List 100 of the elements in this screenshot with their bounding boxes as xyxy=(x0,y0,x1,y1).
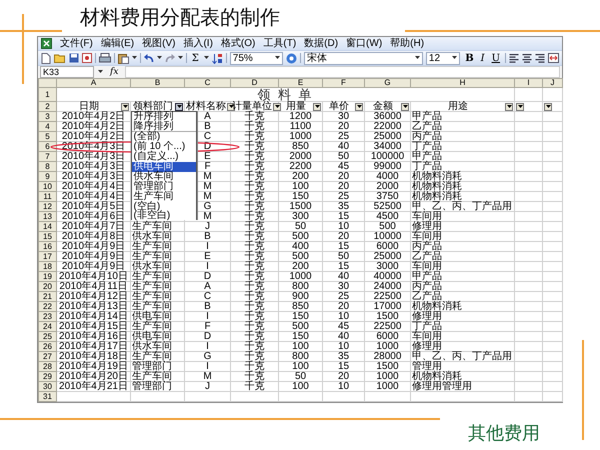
zoom-dropdown[interactable]: 75% xyxy=(230,52,283,64)
menu-item[interactable]: 降序排列 xyxy=(132,122,196,132)
row-header[interactable]: 11 xyxy=(38,192,56,202)
row-header[interactable]: 12 xyxy=(38,202,56,212)
row-header[interactable]: 1 xyxy=(38,88,56,102)
caret-icon[interactable] xyxy=(132,56,137,60)
row-header[interactable]: 4 xyxy=(38,122,56,132)
caret-icon[interactable] xyxy=(98,70,103,74)
menu-item[interactable]: 工具(T) xyxy=(263,38,296,50)
menu-item[interactable]: 管理部门 xyxy=(132,182,196,192)
row-header[interactable]: 25 xyxy=(38,332,56,342)
row-header[interactable]: 18 xyxy=(38,262,56,272)
menu-item[interactable]: 文件(F) xyxy=(60,38,93,50)
filter-button[interactable] xyxy=(401,102,409,110)
column-header[interactable]: C xyxy=(184,78,230,88)
merge-cells-icon[interactable] xyxy=(548,53,559,63)
amount-cell: 100000 xyxy=(370,152,404,161)
filter-button[interactable] xyxy=(273,102,281,110)
column-header[interactable]: F xyxy=(322,78,364,88)
print-icon[interactable] xyxy=(98,53,111,63)
menu-item[interactable]: (非空白) xyxy=(132,212,196,220)
menu-item[interactable]: (空白) xyxy=(132,202,196,212)
menu-item[interactable]: (前 10 个...) xyxy=(132,142,196,152)
row-header[interactable]: 22 xyxy=(38,302,56,312)
filter-button[interactable] xyxy=(516,102,524,110)
function-button[interactable]: fx xyxy=(107,66,122,78)
column-header[interactable]: H xyxy=(410,78,514,88)
menu-item[interactable]: 格式(O) xyxy=(220,38,256,50)
filter-button[interactable] xyxy=(121,102,129,110)
column-header[interactable]: E xyxy=(278,78,322,88)
row-header[interactable]: 16 xyxy=(38,242,56,252)
menu-item[interactable]: 升序排列 xyxy=(132,112,196,122)
row-header[interactable]: 30 xyxy=(38,382,56,392)
align-left-icon[interactable] xyxy=(508,53,519,63)
align-center-icon[interactable] xyxy=(522,53,532,63)
new-document-icon[interactable] xyxy=(41,52,51,64)
row-header[interactable]: 31 xyxy=(38,392,56,402)
align-right-icon[interactable] xyxy=(534,53,545,63)
menu-item[interactable]: 供水车间 xyxy=(132,172,196,182)
price-cell: 10 xyxy=(338,222,350,231)
italic-button[interactable]: I xyxy=(478,52,487,64)
row-header[interactable]: 23 xyxy=(38,312,56,322)
row-header[interactable]: 21 xyxy=(38,292,56,302)
row-header[interactable]: 17 xyxy=(38,252,56,262)
filter-button[interactable] xyxy=(175,102,183,110)
name-box[interactable]: K33 xyxy=(40,66,94,78)
column-header[interactable]: A xyxy=(56,78,130,88)
row-header[interactable]: 29 xyxy=(38,372,56,382)
row-header[interactable]: 8 xyxy=(38,162,56,172)
price-cell: 10 xyxy=(338,382,350,391)
undo-icon[interactable] xyxy=(144,54,154,62)
caret-icon[interactable] xyxy=(204,56,209,60)
formula-input[interactable] xyxy=(125,66,560,78)
row-header[interactable]: 7 xyxy=(38,152,56,162)
caret-icon[interactable] xyxy=(156,56,162,60)
row-header[interactable]: 9 xyxy=(38,172,56,182)
filter-button[interactable] xyxy=(544,102,552,110)
sort-ascending-icon[interactable] xyxy=(212,52,223,64)
menu-item[interactable]: 插入(I) xyxy=(183,38,213,50)
open-folder-icon[interactable] xyxy=(54,53,66,63)
row-header[interactable]: 20 xyxy=(38,282,56,292)
save-icon[interactable] xyxy=(69,53,79,63)
row-header[interactable]: 2 xyxy=(38,102,56,112)
font-dropdown[interactable]: 宋体 xyxy=(304,52,423,64)
material-cell: C xyxy=(204,292,212,301)
column-header[interactable]: J xyxy=(542,78,562,88)
row-header[interactable]: 15 xyxy=(38,232,56,242)
autosum-button[interactable]: Σ xyxy=(190,52,201,64)
column-header[interactable]: G xyxy=(364,78,410,88)
menu-item[interactable]: 数据(D) xyxy=(304,38,338,50)
bold-button[interactable]: B xyxy=(463,52,476,64)
row-header[interactable]: 3 xyxy=(38,112,56,122)
filter-button[interactable] xyxy=(505,102,513,110)
row-header[interactable]: 26 xyxy=(38,342,56,352)
row-header[interactable]: 5 xyxy=(38,132,56,142)
filter-button[interactable] xyxy=(313,102,321,110)
menu-item[interactable]: (全部) xyxy=(132,132,196,142)
help-icon[interactable] xyxy=(286,52,297,64)
menu-item[interactable]: (自定义...) xyxy=(132,152,196,162)
column-header[interactable]: B xyxy=(130,78,184,88)
row-header[interactable]: 19 xyxy=(38,272,56,282)
spreadsheet-app-icon[interactable] xyxy=(41,38,52,49)
row-header[interactable]: 14 xyxy=(38,222,56,232)
row-header[interactable]: 13 xyxy=(38,212,56,222)
underline-button[interactable]: U xyxy=(490,52,502,64)
menu-item[interactable]: 帮助(H) xyxy=(390,38,424,50)
menu-item[interactable]: 生产车间 xyxy=(132,192,196,202)
menu-item[interactable]: 编辑(E) xyxy=(100,38,134,50)
caret-icon[interactable] xyxy=(178,56,183,60)
font-size-dropdown[interactable]: 12 xyxy=(426,52,460,64)
row-header[interactable]: 27 xyxy=(38,352,56,362)
menu-item[interactable]: 窗口(W) xyxy=(346,38,382,50)
paste-icon[interactable] xyxy=(118,52,129,64)
row-header[interactable]: 10 xyxy=(38,182,56,192)
column-header[interactable]: D xyxy=(230,78,278,88)
row-header[interactable]: 24 xyxy=(38,322,56,332)
row-header[interactable]: 28 xyxy=(38,362,56,372)
column-header[interactable]: I xyxy=(514,78,542,88)
filter-button[interactable] xyxy=(355,102,363,110)
menu-item[interactable]: 视图(V) xyxy=(142,38,176,50)
